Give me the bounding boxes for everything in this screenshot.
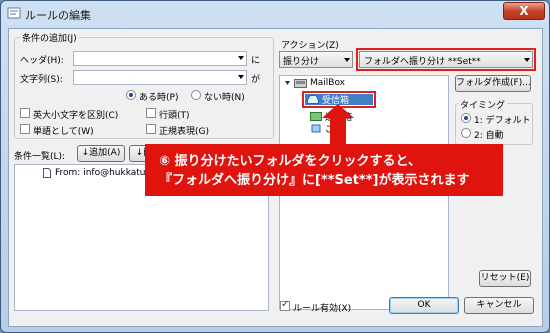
close-button[interactable]: X xyxy=(503,2,545,20)
annotation-line-2: 『フォルダへ振り分け』に[**Set**]が表示されます xyxy=(159,173,470,188)
regex-checkbox[interactable] xyxy=(146,124,156,134)
rule-enabled-checkbox[interactable] xyxy=(280,299,290,311)
case-sensitive-checkbox[interactable] xyxy=(20,108,30,118)
timing-auto-radio[interactable] xyxy=(461,128,471,138)
annotation-arrow-stem xyxy=(330,118,346,145)
condition-list-label: 条件一覧(L): xyxy=(14,152,66,162)
outbox-icon xyxy=(310,112,322,121)
radio-not-exists-label[interactable]: ない時(N) xyxy=(204,90,245,103)
list-item[interactable]: From: info@hukkatuai xyxy=(43,168,154,178)
annotation-banner: ⑥ 振り分けたいフォルダをクリックすると、 『フォルダへ振り分け』に[**Set… xyxy=(145,144,503,196)
collapse-triangle-icon[interactable] xyxy=(284,80,291,87)
rule-enabled-label[interactable]: ルール有効(X) xyxy=(293,301,351,314)
condition-item-text: From: info@hukkatuai xyxy=(55,168,154,178)
timing-default-label[interactable]: 1: デフォルト xyxy=(474,113,531,126)
timing-default-radio[interactable] xyxy=(461,113,471,123)
rule-window-icon xyxy=(7,7,21,19)
header-suffix: に xyxy=(251,56,261,66)
tree-root[interactable]: MailBox xyxy=(284,78,345,88)
condition-group-title: 条件の追加(J) xyxy=(20,31,79,44)
radio-exists-label[interactable]: ある時(P) xyxy=(139,90,178,103)
whole-word-checkbox[interactable] xyxy=(20,124,30,134)
timing-title: タイミング xyxy=(458,98,508,111)
string-suffix: が xyxy=(251,75,261,85)
trash-icon xyxy=(311,124,321,133)
document-icon xyxy=(43,168,51,178)
reset-button[interactable]: リセット(E) xyxy=(479,270,531,287)
chevron-down-icon[interactable] xyxy=(238,56,244,60)
string-label: 文字列(S): xyxy=(20,75,63,85)
chevron-down-icon[interactable] xyxy=(344,58,350,62)
timing-auto-label[interactable]: 2: 自動 xyxy=(474,128,504,141)
chevron-down-icon[interactable] xyxy=(238,75,244,79)
radio-not-exists[interactable] xyxy=(191,90,201,100)
add-condition-button[interactable]: ↓追加(A) xyxy=(77,145,125,162)
annotation-arrow-head xyxy=(322,104,354,118)
case-sensitive-label[interactable]: 英大小文字を区別(C) xyxy=(33,108,118,121)
action-type-value: 振り分け xyxy=(283,57,320,67)
window-title: ルールの編集 xyxy=(25,9,91,22)
create-folder-button[interactable]: フォルダ作成(F)... xyxy=(455,75,531,92)
whole-word-label[interactable]: 単語として(W) xyxy=(33,124,94,137)
target-highlight xyxy=(356,48,536,71)
ok-button[interactable]: OK xyxy=(389,297,459,314)
inbox-icon xyxy=(307,95,319,104)
title-bar: ルールの編集 X xyxy=(1,1,549,25)
radio-exists[interactable] xyxy=(126,90,136,100)
line-head-checkbox[interactable] xyxy=(146,108,156,118)
annotation-line-1: ⑥ 振り分けたいフォルダをクリックすると、 xyxy=(159,154,422,169)
action-type-select[interactable]: 振り分け xyxy=(279,51,353,68)
cancel-button[interactable]: キャンセル xyxy=(464,297,534,314)
header-combo[interactable] xyxy=(73,51,247,66)
regex-label[interactable]: 正規表現(G) xyxy=(159,124,209,137)
mailbox-icon xyxy=(294,79,307,88)
action-label: アクション(Z) xyxy=(281,41,339,51)
tree-root-label: MailBox xyxy=(310,78,346,88)
line-head-label[interactable]: 行頭(T) xyxy=(159,108,190,121)
header-label: ヘッダ(H): xyxy=(20,56,64,66)
string-combo[interactable] xyxy=(73,70,247,85)
